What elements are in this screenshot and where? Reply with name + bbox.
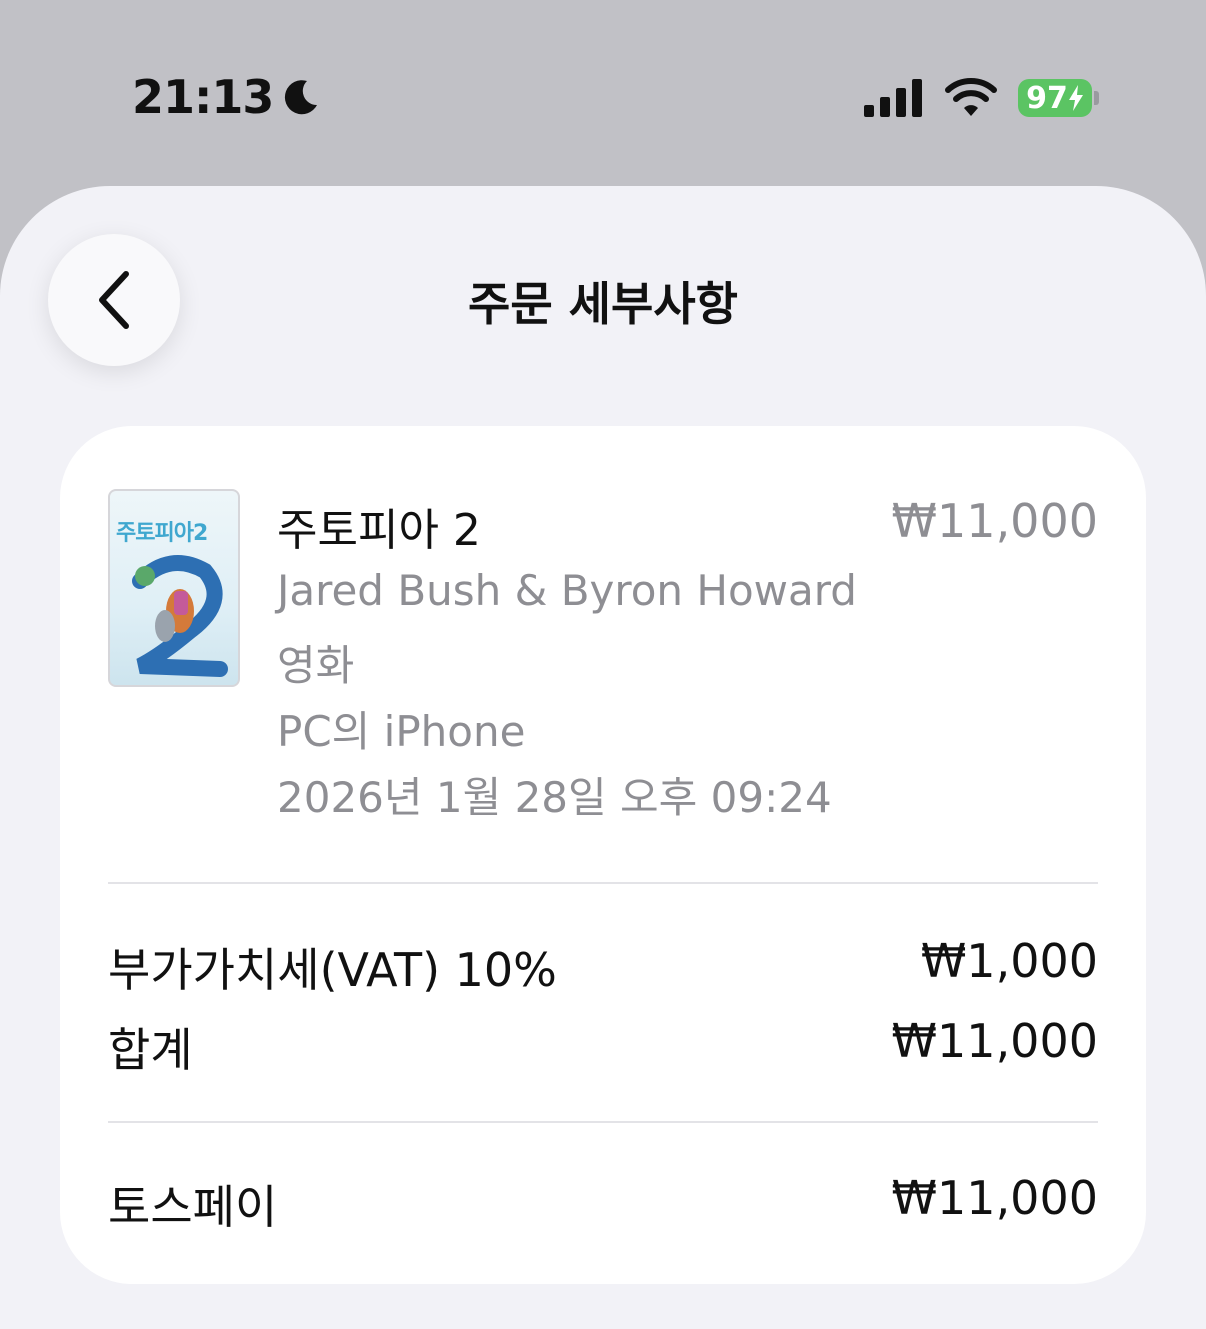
total-label: 합계: [108, 1023, 193, 1077]
order-card: 주토피아2 주토피아 2 ₩11,000 Jared Bush & Byron …: [60, 426, 1146, 1284]
battery-tip: [1094, 91, 1099, 105]
total-value: ₩11,000: [891, 1014, 1098, 1068]
payment-method-value: ₩11,000: [891, 1171, 1098, 1225]
item-purchase-date: 2026년 1월 28일 오후 09:24: [277, 773, 832, 822]
movie-poster[interactable]: 주토피아2: [108, 489, 240, 687]
poster-artwork: [132, 555, 228, 677]
clock: 21:13: [132, 70, 274, 124]
payment-method-label: 토스페이: [108, 1180, 278, 1234]
item-price: ₩11,000: [891, 494, 1098, 548]
item-creators: Jared Bush & Byron Howard: [277, 566, 857, 615]
divider: [108, 1121, 1098, 1123]
battery-indicator: 97: [1018, 79, 1092, 117]
order-details-sheet: 주문 세부사항 주토피아2 주토피아 2 ₩11,000 Jared Bush …: [0, 186, 1206, 1329]
status-bar: 21:13 97: [0, 0, 1206, 186]
vat-label: 부가가치세(VAT) 10%: [108, 943, 557, 997]
divider: [108, 882, 1098, 884]
wifi-icon: [945, 78, 997, 116]
item-category: 영화: [277, 641, 355, 690]
cellular-signal-icon: [864, 79, 922, 117]
item-title: 주토피아 2: [277, 505, 481, 556]
vat-value: ₩1,000: [920, 934, 1098, 988]
battery-level: 97: [1026, 80, 1068, 116]
page-title: 주문 세부사항: [468, 277, 738, 331]
status-time: 21:13: [132, 70, 321, 124]
charging-bolt-icon: [1068, 85, 1083, 111]
moon-icon: [285, 80, 318, 115]
item-device: PC의 iPhone: [277, 707, 526, 756]
